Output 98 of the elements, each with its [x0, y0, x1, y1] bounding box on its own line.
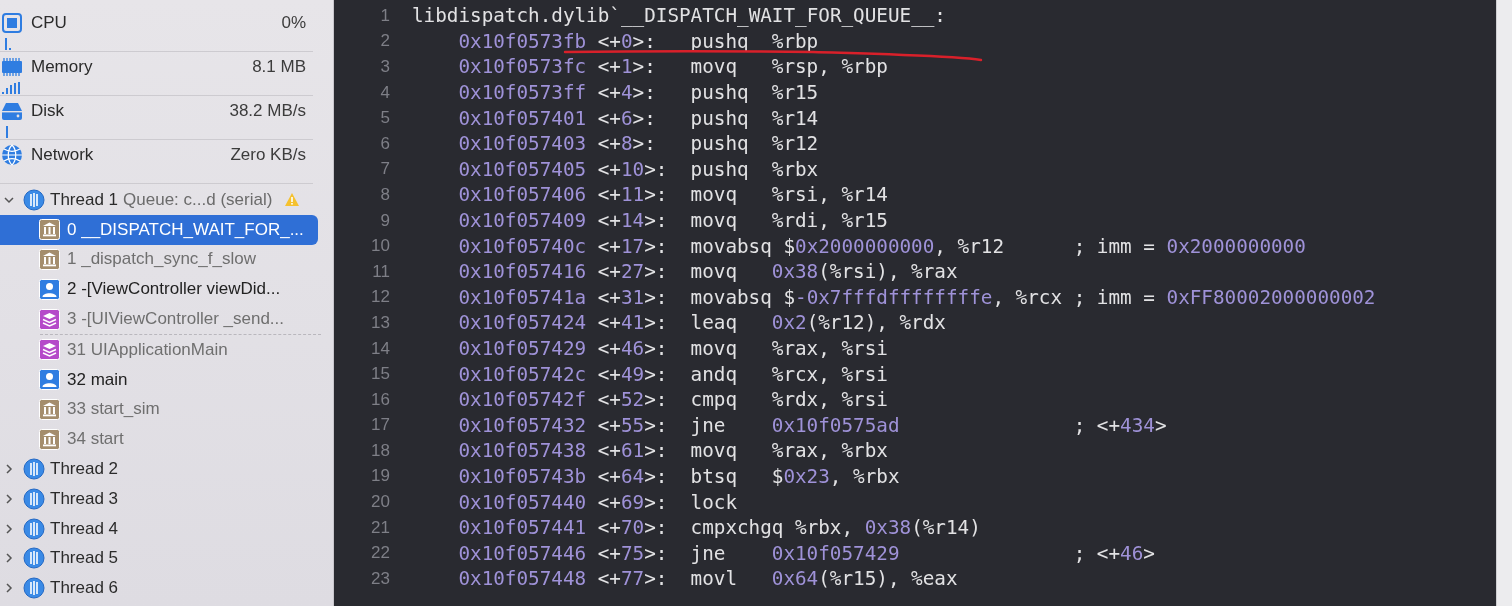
line-number: 11 [371, 261, 390, 282]
building-icon [39, 428, 60, 450]
line-number: 9 [379, 210, 390, 231]
stack-frame[interactable]: 3 -[UIViewController _send... [0, 304, 318, 334]
layers-icon [39, 308, 60, 330]
building-icon [39, 398, 60, 420]
thread-icon [23, 458, 45, 481]
thread-label[interactable]: Thread 1 [50, 189, 119, 210]
line-number: 1 [379, 5, 390, 26]
building-icon [39, 249, 60, 270]
thread-icon [23, 517, 45, 540]
thread-icon [23, 188, 45, 211]
code-line: 0x10f057429 <+46>: movq %rax, %rsi [457, 337, 888, 360]
code-line: 0x10f057441 <+70>: cmpxchgq %rbx, 0x38(%r14) [457, 516, 981, 540]
code-line: 0x10f057424 <+41>: leaq 0x2(%r12), %rdx [457, 311, 946, 335]
code-line: 0x10f057440 <+69>: lock [457, 490, 738, 514]
line-number: 20 [370, 492, 390, 513]
gauge-row[interactable]: Disk 38.2 MB/s [0, 96, 313, 140]
stack-frame[interactable]: 1 _dispatch_sync_f_slow [0, 244, 318, 275]
code-line: 0x10f057406 <+11>: movq %rsi, %r14 [457, 183, 888, 207]
gauge-value: 0% [281, 13, 307, 33]
stack-frame[interactable]: 32 main [0, 364, 318, 395]
stack-frame[interactable]: 33 start_sim [0, 394, 318, 425]
code-line: 0x10f057409 <+14>: movq %rdi, %r15 [457, 209, 888, 233]
line-number: 12 [370, 287, 390, 308]
gauge-row[interactable]: CPU 0% [0, 8, 313, 52]
line-number: 16 [370, 389, 390, 410]
memory-chip-icon [1, 56, 23, 78]
line-number: 2 [379, 31, 390, 52]
chevron-right-icon[interactable] [3, 552, 15, 565]
stack-frame[interactable]: 0 __DISPATCH_WAIT_FOR_... [0, 214, 318, 245]
thread-label[interactable]: Thread 2 [50, 459, 119, 480]
code-line: 0x10f05743b <+64>: btsq $0x23, %rbx [457, 465, 900, 488]
person-icon [39, 369, 60, 391]
layers-icon [39, 339, 60, 361]
chevron-right-icon[interactable] [3, 582, 15, 595]
code-line: 0x10f05741a <+31>: movabsq $-0x7fffdffffffffe, %rcx ; imm = 0xFF80002000000002 [457, 285, 1376, 309]
chevron-right-icon[interactable] [3, 463, 15, 476]
line-number: 3 [379, 57, 390, 77]
code-line: 0x10f0573fb <+0>: pushq %rbp [457, 29, 819, 53]
code-line: 0x10f057448 <+77>: movl 0x64(%r15), %eax [457, 567, 958, 591]
gauge-row[interactable]: Network Zero KB/s [0, 140, 313, 184]
usage-sparkline [5, 38, 11, 50]
code-line: 0x10f057438 <+61>: movq %rax, %rbx [457, 439, 888, 463]
gauge-name: CPU [31, 13, 68, 33]
gauge-value: Zero KB/s [230, 145, 307, 165]
usage-sparkline [6, 126, 8, 138]
line-number: 18 [370, 440, 390, 461]
thread-label[interactable]: Thread 6 [50, 578, 119, 599]
gauge-name: Memory [31, 57, 94, 77]
code-line: 0x10f057401 <+6>: pushq %r14 [457, 106, 819, 130]
code-line: 0x10f05740c <+17>: movabsq $0x2000000000, %r12 ; imm = 0x2000000000 [457, 234, 1306, 258]
line-number: 4 [379, 82, 390, 103]
gauge-value: 38.2 MB/s [229, 101, 307, 121]
code-line: 0x10f05742f <+52>: cmpq %rdx, %rsi [457, 388, 888, 412]
queue-label: Queue: c...d (serial) [123, 189, 273, 210]
gauge-name: Disk [31, 101, 66, 121]
gauge-name: Network [31, 145, 95, 165]
line-number: 5 [379, 108, 390, 129]
stack-frame[interactable]: 2 -[ViewController viewDid... [0, 274, 318, 305]
chevron-right-icon[interactable] [3, 522, 15, 535]
thread-label[interactable]: Thread 5 [50, 548, 119, 569]
thread-icon [23, 487, 45, 510]
line-number: 10 [370, 236, 390, 257]
thread-icon [23, 547, 45, 570]
line-number: 23 [370, 568, 390, 589]
line-number: 22 [370, 543, 390, 564]
person-icon [39, 278, 60, 300]
code-line: 0x10f0573ff <+4>: pushq %r15 [457, 81, 819, 105]
cpu-icon [1, 12, 23, 34]
line-number: 19 [370, 466, 390, 487]
line-number: 7 [379, 159, 390, 180]
code-line: 0x10f0573fc <+1>: movq %rsp, %rbp [457, 55, 888, 79]
line-number: 21 [370, 517, 390, 538]
gauge-value: 8.1 MB [252, 57, 307, 77]
line-number: 13 [370, 312, 390, 333]
usage-sparkline [2, 82, 20, 94]
chevron-right-icon[interactable] [3, 492, 15, 505]
line-number: 17 [370, 415, 390, 436]
thread-label[interactable]: Thread 4 [50, 518, 119, 539]
code-line: libdispatch.dylib`__DISPATCH_WAIT_FOR_QUEUE__: [412, 4, 946, 28]
line-number: 8 [379, 184, 390, 205]
code-line: 0x10f057416 <+27>: movq 0x38(%rsi), %rax [457, 260, 958, 284]
line-number: 15 [370, 364, 390, 385]
code-line: 0x10f05742c <+49>: andq %rcx, %rsi [457, 362, 888, 386]
line-number: 14 [370, 338, 390, 359]
gauge-row[interactable]: Memory 8.1 MB [0, 52, 313, 96]
thread-label[interactable]: Thread 3 [50, 488, 119, 509]
code-line: 0x10f057405 <+10>: pushq %rbx [457, 157, 819, 181]
building-icon [39, 219, 60, 241]
globe-icon [1, 144, 23, 166]
code-line: 0x10f057432 <+55>: jne 0x10f0575ad ; <+434> [457, 413, 1167, 437]
code-line: 0x10f057403 <+8>: pushq %r12 [457, 132, 819, 156]
line-number: 6 [379, 133, 390, 154]
code-line: 0x10f057446 <+75>: jne 0x10f057429 ; <+46> [457, 541, 1155, 565]
stack-frame[interactable]: 34 start [0, 424, 318, 455]
thread-icon [23, 577, 45, 600]
stack-frame[interactable]: 31 UIApplicationMain [0, 335, 318, 365]
